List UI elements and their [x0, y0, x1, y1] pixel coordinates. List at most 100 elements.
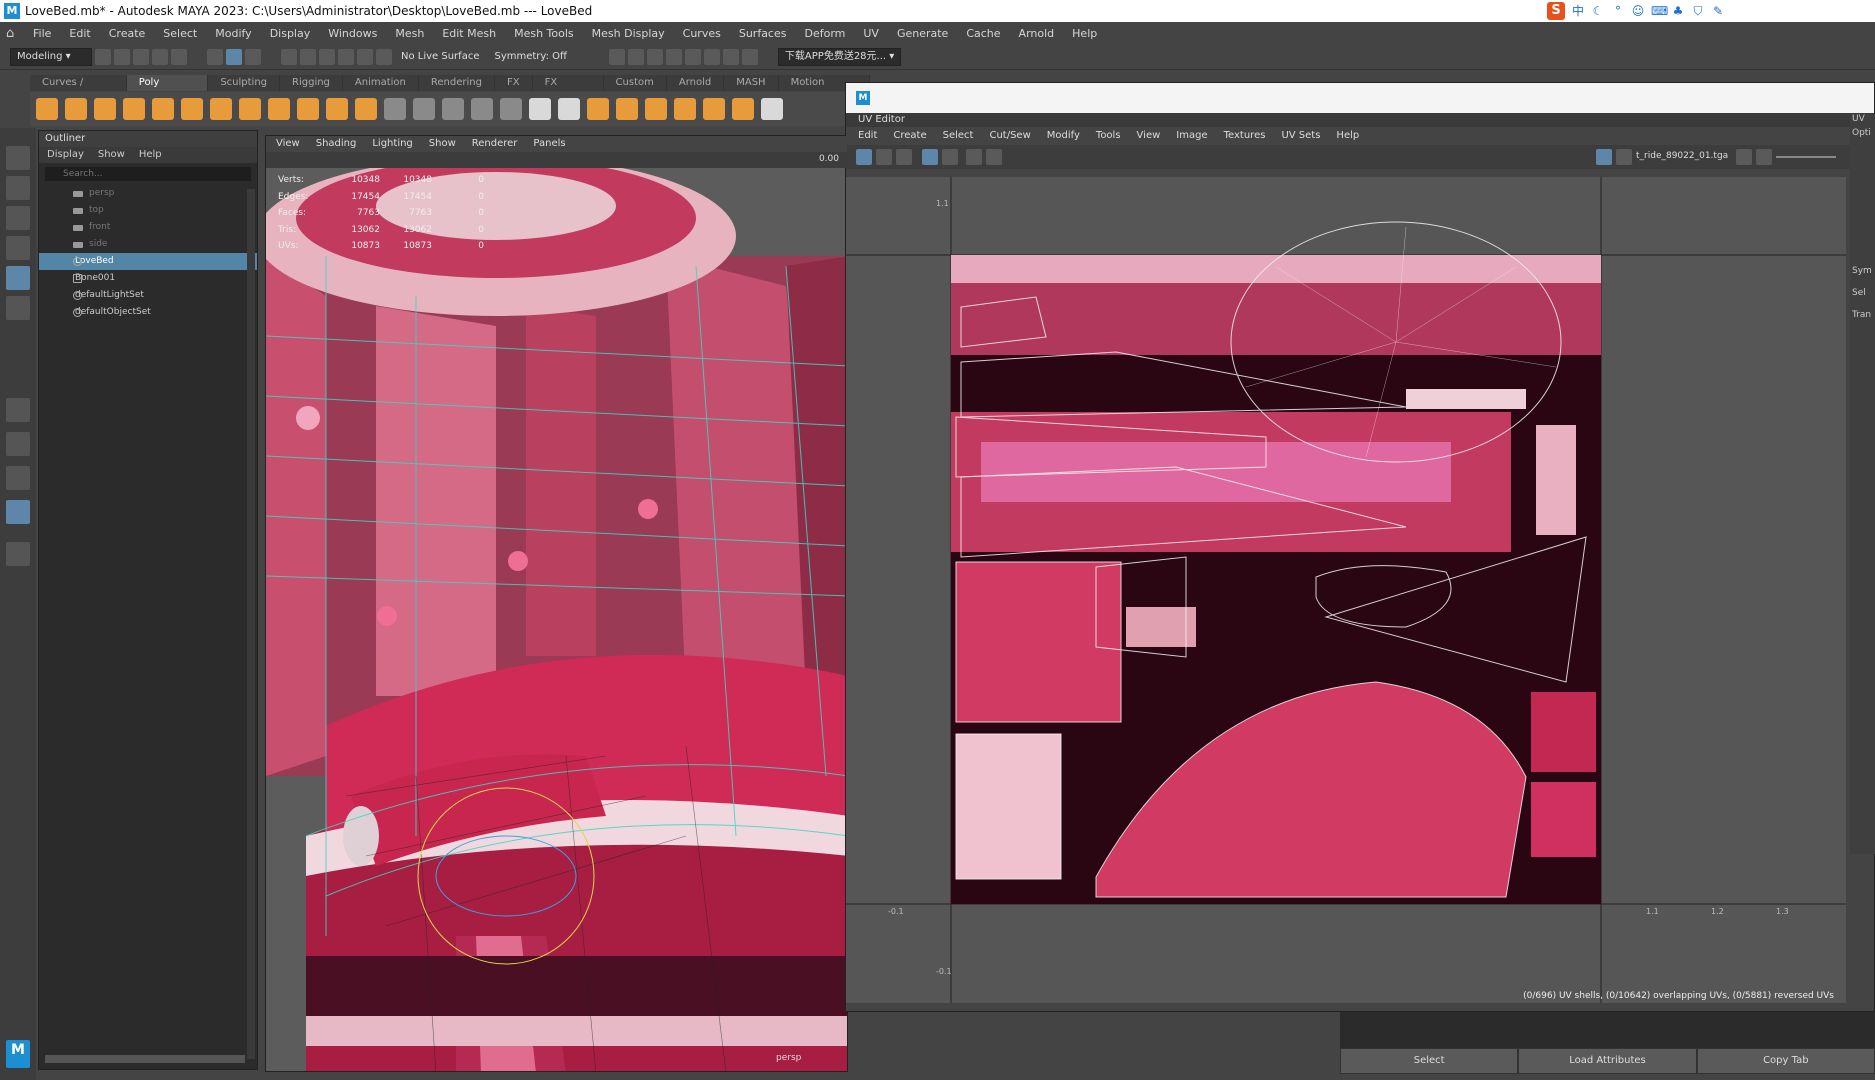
shelf-tab-fx-caching[interactable]: FX Caching: [532, 75, 604, 104]
extrude-icon[interactable]: [529, 98, 551, 120]
boolean-icon[interactable]: [471, 98, 493, 120]
uv-unfold-icon[interactable]: [896, 149, 912, 165]
ime-emoji-icon[interactable]: ☺: [1631, 4, 1645, 18]
shelf-tab-rigging[interactable]: Rigging: [280, 75, 343, 91]
uv-menu-tools[interactable]: Tools: [1096, 127, 1121, 145]
arnold-render-icon[interactable]: [722, 48, 739, 65]
ime-punct-icon[interactable]: °: [1611, 4, 1625, 18]
shelf-tab-fx[interactable]: FX: [494, 75, 533, 91]
uv-menu-view[interactable]: View: [1137, 127, 1161, 145]
live-surface-label[interactable]: No Live Surface: [395, 51, 485, 62]
menu-help[interactable]: Help: [1063, 27, 1106, 40]
menu-edit[interactable]: Edit: [60, 27, 99, 40]
scale-tool-icon[interactable]: [6, 296, 30, 320]
sogou-ime-icon[interactable]: S: [1547, 2, 1565, 20]
menu-display[interactable]: Display: [261, 27, 320, 40]
select-button[interactable]: Select: [1340, 1048, 1519, 1074]
menu-cache[interactable]: Cache: [957, 27, 1009, 40]
uv-menu-create[interactable]: Create: [893, 127, 926, 145]
menu-edit-mesh[interactable]: Edit Mesh: [433, 27, 505, 40]
planar-map-icon[interactable]: [761, 98, 783, 120]
viewport-menu-renderer[interactable]: Renderer: [472, 136, 518, 152]
viewport-field-value[interactable]: 0.00: [819, 154, 839, 164]
copy-tab-button[interactable]: Copy Tab: [1696, 1048, 1875, 1074]
outliner-item-bone001[interactable]: Bone001: [39, 270, 257, 287]
symmetry-label[interactable]: Symmetry: Off: [488, 51, 572, 62]
menu-create[interactable]: Create: [100, 27, 155, 40]
exposure-slider[interactable]: [1776, 156, 1836, 158]
paint-select-tool-icon[interactable]: [6, 206, 30, 230]
zoom-icon[interactable]: [6, 542, 30, 566]
save-scene-icon[interactable]: [133, 48, 149, 65]
exposure-icon[interactable]: [1736, 149, 1752, 165]
target-weld-icon[interactable]: [645, 98, 667, 120]
outliner-horizontal-scrollbar[interactable]: [45, 1055, 245, 1063]
menu-surfaces[interactable]: Surfaces: [730, 27, 796, 40]
hypershade-icon[interactable]: [684, 48, 701, 65]
super-shape-icon[interactable]: [268, 98, 290, 120]
menu-curves[interactable]: Curves: [674, 27, 730, 40]
snap-point-icon[interactable]: [319, 48, 335, 65]
uv-menu-textures[interactable]: Textures: [1224, 127, 1266, 145]
outliner-search-input[interactable]: Search...: [45, 167, 251, 181]
shelf-tab-mash[interactable]: MASH: [724, 75, 779, 91]
menu-deform[interactable]: Deform: [795, 27, 854, 40]
uv-canvas[interactable]: 1.1 -0.1 1.1 1.2 1.3 -0.1: [846, 177, 1846, 1003]
viewport-menu-view[interactable]: View: [276, 136, 300, 152]
uv-menu-help[interactable]: Help: [1336, 127, 1359, 145]
persp-outliner-layout-icon[interactable]: [6, 466, 30, 490]
mirror-icon[interactable]: [500, 98, 522, 120]
new-scene-icon[interactable]: [95, 48, 111, 65]
display-image-icon[interactable]: [1596, 149, 1612, 165]
image-dim-icon[interactable]: [1616, 149, 1632, 165]
shelf-tab-poly-modeling[interactable]: Poly Modeling: [126, 75, 209, 104]
snap-view-icon[interactable]: [338, 48, 354, 65]
open-scene-icon[interactable]: [114, 48, 130, 65]
outliner-item-top[interactable]: top: [39, 202, 257, 219]
menu-mesh[interactable]: Mesh: [386, 27, 433, 40]
redo-icon[interactable]: [171, 48, 187, 65]
pause-icon[interactable]: [741, 48, 758, 65]
four-view-layout-icon[interactable]: [6, 432, 30, 456]
poly-cube-icon[interactable]: [65, 98, 87, 120]
viewport-menu-shading[interactable]: Shading: [316, 136, 357, 152]
image-name[interactable]: t_ride_89022_01.tga: [1636, 151, 1728, 161]
uv-menu-cut-sew[interactable]: Cut/Sew: [989, 127, 1030, 145]
menu-arnold[interactable]: Arnold: [1010, 27, 1064, 40]
outliner-item-defaultlightset[interactable]: defaultLightSet: [39, 287, 257, 304]
shelf-tab-rendering[interactable]: Rendering: [418, 75, 495, 91]
uv-snapshot-icon[interactable]: [986, 149, 1002, 165]
viewport-menu-show[interactable]: Show: [429, 136, 456, 152]
svg-icon[interactable]: [355, 98, 377, 120]
uv-menu-select[interactable]: Select: [943, 127, 974, 145]
poly-sphere-icon[interactable]: [36, 98, 58, 120]
select-hierarchy-icon[interactable]: [207, 48, 223, 65]
select-tool-icon[interactable]: [6, 146, 30, 170]
outliner-menu-show[interactable]: Show: [98, 147, 125, 163]
snap-live-icon[interactable]: [376, 48, 392, 65]
bevel-icon[interactable]: [587, 98, 609, 120]
render-region-icon[interactable]: [608, 48, 625, 65]
outliner-item-defaultobjectset[interactable]: defaultObjectSet: [39, 304, 257, 321]
select-object-icon[interactable]: [226, 48, 242, 65]
render-view-icon[interactable]: [703, 48, 720, 65]
perspective-viewport[interactable]: View Shading Lighting Show Renderer Pane…: [265, 135, 848, 1072]
menu-modify[interactable]: Modify: [206, 27, 260, 40]
uv-menu-uv-sets[interactable]: UV Sets: [1281, 127, 1320, 145]
uv-menu-image[interactable]: Image: [1176, 127, 1207, 145]
poly-plane-icon[interactable]: [181, 98, 203, 120]
outliner-item-front[interactable]: front: [39, 219, 257, 236]
sweep-mesh-icon[interactable]: [297, 98, 319, 120]
menu-uv[interactable]: UV: [854, 27, 888, 40]
poly-cylinder-icon[interactable]: [94, 98, 116, 120]
render-settings-icon[interactable]: [665, 48, 682, 65]
shelf-tab-arnold[interactable]: Arnold: [666, 75, 725, 91]
multi-cut-icon[interactable]: [616, 98, 638, 120]
menu-file[interactable]: File: [24, 27, 60, 40]
shelf-tab-sculpting[interactable]: Sculpting: [208, 75, 281, 91]
uv-editor-titlebar[interactable]: M: [846, 83, 1874, 113]
ime-lang-icon[interactable]: 中: [1571, 4, 1585, 18]
outliner-menu-help[interactable]: Help: [139, 147, 162, 163]
mode-dropdown[interactable]: Modeling ▾: [10, 47, 92, 66]
lasso-tool-icon[interactable]: [6, 176, 30, 200]
